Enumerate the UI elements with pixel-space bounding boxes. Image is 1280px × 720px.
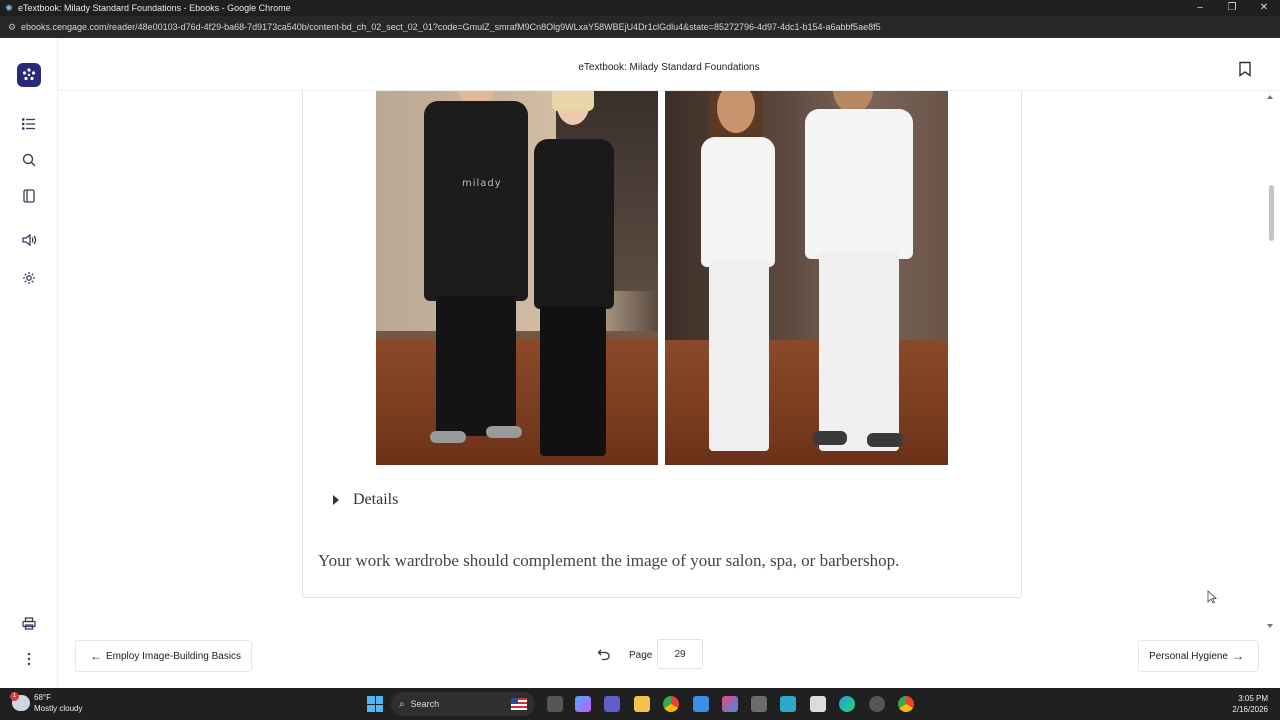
m365-icon[interactable]: [722, 696, 738, 712]
previous-section-button[interactable]: ← Employ Image-Building Basics: [75, 640, 253, 672]
taskbar-search[interactable]: ⌕ Search: [391, 692, 535, 716]
print-icon: [22, 616, 36, 630]
window-controls: – ❐ ✕: [1184, 0, 1280, 16]
cengage-logo-icon[interactable]: [17, 63, 41, 87]
cengage-favicon-icon: ✺: [5, 3, 13, 13]
windows-taskbar: 1 68°F Mostly cloudy ⌕ Search 3:05 PM 2/…: [0, 688, 1280, 720]
search-button[interactable]: [17, 148, 41, 172]
app-icon[interactable]: [810, 696, 826, 712]
reader-header: eTextbook: Milady Standard Foundations: [58, 38, 1280, 91]
cloud-icon: 1: [10, 692, 30, 711]
details-toggle[interactable]: Details: [333, 491, 398, 509]
browser-title-bar: ✺ eTextbook: Milady Standard Foundations…: [0, 0, 1280, 16]
list-icon: [22, 118, 35, 130]
photo-floor: [376, 340, 658, 465]
settings-button[interactable]: [17, 266, 41, 290]
mouse-cursor-icon: [1207, 590, 1217, 604]
notebook-icon: [23, 189, 35, 203]
chrome-profile-2-icon[interactable]: [898, 696, 914, 712]
minimize-button[interactable]: –: [1184, 0, 1216, 16]
clock-time: 3:05 PM: [1238, 694, 1268, 703]
photo-floor: [665, 340, 948, 465]
figure-caption: Your work wardrobe should complement the…: [318, 551, 900, 570]
calendar-icon[interactable]: [693, 696, 709, 712]
gear-icon: [23, 272, 35, 284]
system-clock[interactable]: 3:05 PM 2/16/2026: [1232, 693, 1268, 715]
page-label: Page: [629, 650, 653, 661]
caret-right-icon: [333, 495, 339, 505]
weather-widget[interactable]: 1 68°F Mostly cloudy: [10, 692, 83, 714]
next-section-label: Personal Hygiene: [1149, 650, 1228, 662]
scroll-up-arrow-icon[interactable]: [1267, 95, 1273, 99]
scrollbar-thumb[interactable]: [1269, 185, 1274, 241]
bookmark-button[interactable]: [1238, 61, 1252, 77]
notebook-button[interactable]: [17, 184, 41, 208]
content-pane: milady Details Your work wardrobe should…: [58, 91, 1263, 632]
copilot-icon[interactable]: [575, 696, 591, 712]
page-navigation: ← Employ Image-Building Basics Page Pers…: [58, 632, 1280, 688]
page-number-input[interactable]: [657, 639, 703, 669]
close-button[interactable]: ✕: [1248, 0, 1280, 16]
chrome-profile-icon[interactable]: [869, 696, 885, 712]
scroll-down-arrow-icon[interactable]: [1267, 624, 1273, 628]
figure-card: milady Details Your work wardrobe should…: [302, 91, 1022, 598]
windows-start-icon[interactable]: [367, 696, 383, 712]
figure-photo-stylists: milady: [376, 91, 658, 465]
calculator-icon[interactable]: [751, 696, 767, 712]
details-label: Details: [353, 491, 399, 508]
print-button[interactable]: [17, 611, 41, 635]
task-view-icon[interactable]: [547, 696, 563, 712]
address-bar[interactable]: ⚙ ebooks.cengage.com/reader/48e00103-d76…: [0, 16, 1280, 38]
flag-icon: [511, 698, 527, 710]
teams-icon[interactable]: [604, 696, 620, 712]
site-info-icon[interactable]: ⚙: [3, 22, 21, 33]
next-section-button[interactable]: Personal Hygiene →: [1138, 640, 1259, 672]
notification-badge: 1: [10, 692, 19, 701]
content-scrollbar[interactable]: [1263, 91, 1280, 632]
taskbar-search-placeholder: Search: [410, 699, 440, 709]
app-w-icon[interactable]: [780, 696, 796, 712]
arrow-left-icon: ←: [90, 649, 102, 663]
arrow-right-icon: →: [1232, 649, 1244, 663]
clock-date: 2/16/2026: [1232, 705, 1268, 714]
previous-section-label: Employ Image-Building Basics: [106, 650, 242, 662]
chrome-icon[interactable]: [663, 696, 679, 712]
ebook-reader: eTextbook: Milady Standard Foundations m…: [0, 38, 1280, 688]
bookmark-icon: [1239, 61, 1251, 77]
read-aloud-button[interactable]: [17, 228, 41, 252]
speaker-icon: [21, 233, 36, 247]
edge-icon[interactable]: [839, 696, 855, 712]
figure-photo-estheticians: [665, 91, 948, 465]
search-icon: ⌕: [399, 698, 405, 710]
sidebar: [0, 38, 58, 688]
more-options-button[interactable]: [17, 647, 41, 671]
more-vertical-icon: [27, 652, 31, 666]
undo-icon[interactable]: [597, 647, 611, 661]
file-explorer-icon[interactable]: [634, 696, 650, 712]
book-title: eTextbook: Milady Standard Foundations: [578, 62, 760, 73]
url-text[interactable]: ebooks.cengage.com/reader/48e00103-d76d-…: [21, 22, 881, 32]
search-icon: [22, 153, 36, 167]
table-of-contents-button[interactable]: [17, 112, 41, 136]
weather-description: Mostly cloudy: [34, 704, 83, 713]
weather-temperature: 68°F: [34, 693, 51, 702]
window-title: eTextbook: Milady Standard Foundations -…: [18, 3, 291, 13]
apron-logo-text: milady: [462, 178, 502, 189]
restore-button[interactable]: ❐: [1216, 0, 1248, 16]
